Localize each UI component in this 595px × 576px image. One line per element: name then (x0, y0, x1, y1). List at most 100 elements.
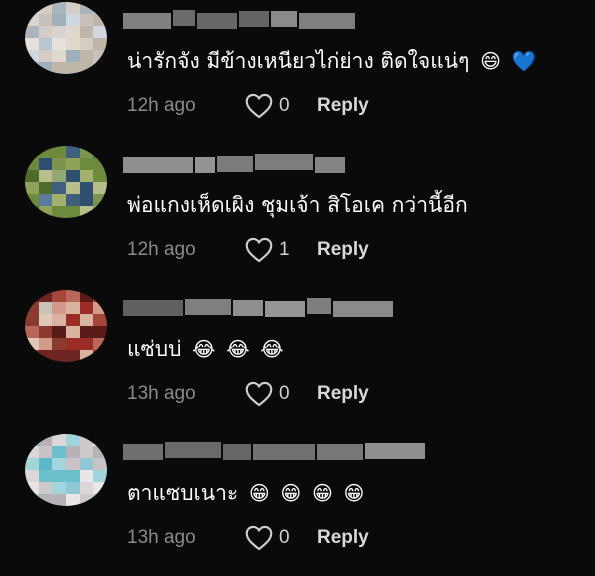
avatar-pixel (25, 50, 39, 62)
reply-button[interactable]: Reply (317, 95, 369, 117)
timestamp: 12h ago (127, 239, 196, 260)
avatar-pixel (66, 338, 80, 350)
avatar-pixel (25, 326, 39, 338)
username-blurred[interactable] (123, 154, 345, 174)
username-blurred[interactable] (123, 298, 393, 318)
emoji: 😁 (280, 481, 302, 505)
comment-meta: 13h ago 0 Reply (127, 524, 369, 552)
heart-outline-icon (245, 237, 273, 263)
comment-text: พ่อแกงเห็ดเผิง ชุมเจ้า สิโอเค กว่านี้อีก (127, 190, 468, 220)
username-blur-block (123, 300, 183, 316)
avatar-pixel (25, 338, 39, 350)
avatar-pixel (93, 302, 107, 314)
username-blur-block (255, 154, 313, 170)
avatar-pixel (38, 194, 53, 206)
avatar-pixel (52, 50, 66, 62)
avatar-pixel (52, 14, 66, 26)
username-blur-block (185, 299, 231, 315)
username-blur-block (165, 442, 221, 458)
avatar-pixel (38, 326, 53, 338)
avatar-pixel (66, 146, 80, 158)
avatar-pixel (25, 494, 39, 506)
reply-button[interactable]: Reply (317, 527, 369, 549)
username-blur-block (333, 301, 393, 317)
emoji: 😂 (226, 337, 250, 361)
avatar-pixel (79, 350, 94, 362)
avatar-pixel (52, 2, 66, 14)
avatar-pixel (93, 170, 107, 182)
emoji: 😂 (192, 337, 216, 361)
avatar-pixel (66, 446, 80, 458)
avatar-pixel (52, 326, 66, 338)
reply-button[interactable]: Reply (317, 239, 369, 261)
avatar-pixel (93, 482, 107, 494)
avatar-pixel (52, 482, 66, 494)
username-blur-block (223, 444, 251, 460)
avatar[interactable] (25, 434, 107, 506)
avatar[interactable] (25, 2, 107, 74)
avatar-pixel (38, 458, 53, 470)
like-button[interactable]: 0 (245, 381, 317, 407)
avatar-pixel (66, 170, 80, 182)
avatar-pixel (66, 290, 80, 302)
avatar-pixel (52, 62, 66, 74)
username-blurred[interactable] (123, 10, 355, 30)
username-blur-block (197, 13, 237, 29)
comment-meta: 12h ago 0 Reply (127, 92, 369, 120)
avatar-pixel (93, 494, 107, 506)
reply-button[interactable]: Reply (317, 383, 369, 405)
avatar-pixel (52, 338, 66, 350)
avatar-pixel (93, 146, 107, 158)
username-blur-block (173, 10, 195, 26)
avatar-pixel (52, 182, 66, 194)
avatar-pixel (93, 2, 107, 14)
avatar-pixel (25, 314, 39, 326)
avatar-pixel (25, 14, 39, 26)
avatar-pixel (79, 470, 94, 482)
avatar-pixel (66, 434, 80, 446)
avatar-pixel (25, 62, 39, 74)
avatar-pixel (79, 2, 94, 14)
avatar-pixel (93, 38, 107, 50)
avatar-pixel (93, 458, 107, 470)
avatar-pixel (52, 290, 66, 302)
avatar-pixel (38, 38, 53, 50)
avatar-pixel (52, 194, 66, 206)
username-blur-block (307, 298, 331, 314)
avatar-pixel (25, 158, 39, 170)
avatar-pixel (66, 26, 80, 38)
avatar-pixel (93, 62, 107, 74)
avatar-pixel (25, 350, 39, 362)
heart-outline-icon (245, 93, 273, 119)
comment-meta: 13h ago 0 Reply (127, 380, 369, 408)
username-blurred[interactable] (123, 442, 425, 462)
comment-text-body: น่ารักจัง มีข้างเหนียวไก่ย่าง ติดใจแน่ๆ (127, 49, 470, 73)
like-button[interactable]: 0 (245, 525, 317, 551)
avatar[interactable] (25, 290, 107, 362)
avatar-pixel (79, 446, 94, 458)
avatar-pixel (79, 26, 94, 38)
avatar-pixel (66, 494, 80, 506)
like-count: 0 (279, 527, 290, 548)
avatar-pixel (66, 302, 80, 314)
emoji: 😁 (343, 481, 365, 505)
avatar-pixel (66, 206, 80, 218)
comment-item: ตาแซบเนาะ 😁 😁 😁 😁 13h ago 0 Reply (0, 432, 595, 576)
avatar-pixel (52, 494, 66, 506)
avatar-pixel (52, 434, 66, 446)
comment-text: น่ารักจัง มีข้างเหนียวไก่ย่าง ติดใจแน่ๆ … (127, 46, 537, 76)
like-button[interactable]: 0 (245, 93, 317, 119)
avatar-pixel (66, 482, 80, 494)
avatar-pixel (25, 2, 39, 14)
avatar-pixel (25, 470, 39, 482)
timestamp: 13h ago (127, 383, 196, 404)
comment-item: แซ่บบ่ 😂 😂 😂 13h ago 0 Reply (0, 288, 595, 432)
emoji: 😁 (311, 481, 333, 505)
avatar[interactable] (25, 146, 107, 218)
like-button[interactable]: 1 (245, 237, 317, 263)
avatar-pixel (79, 50, 94, 62)
avatar-pixel (79, 182, 94, 194)
avatar-pixel (38, 26, 53, 38)
avatar-pixel (38, 14, 53, 26)
avatar-pixel (93, 470, 107, 482)
